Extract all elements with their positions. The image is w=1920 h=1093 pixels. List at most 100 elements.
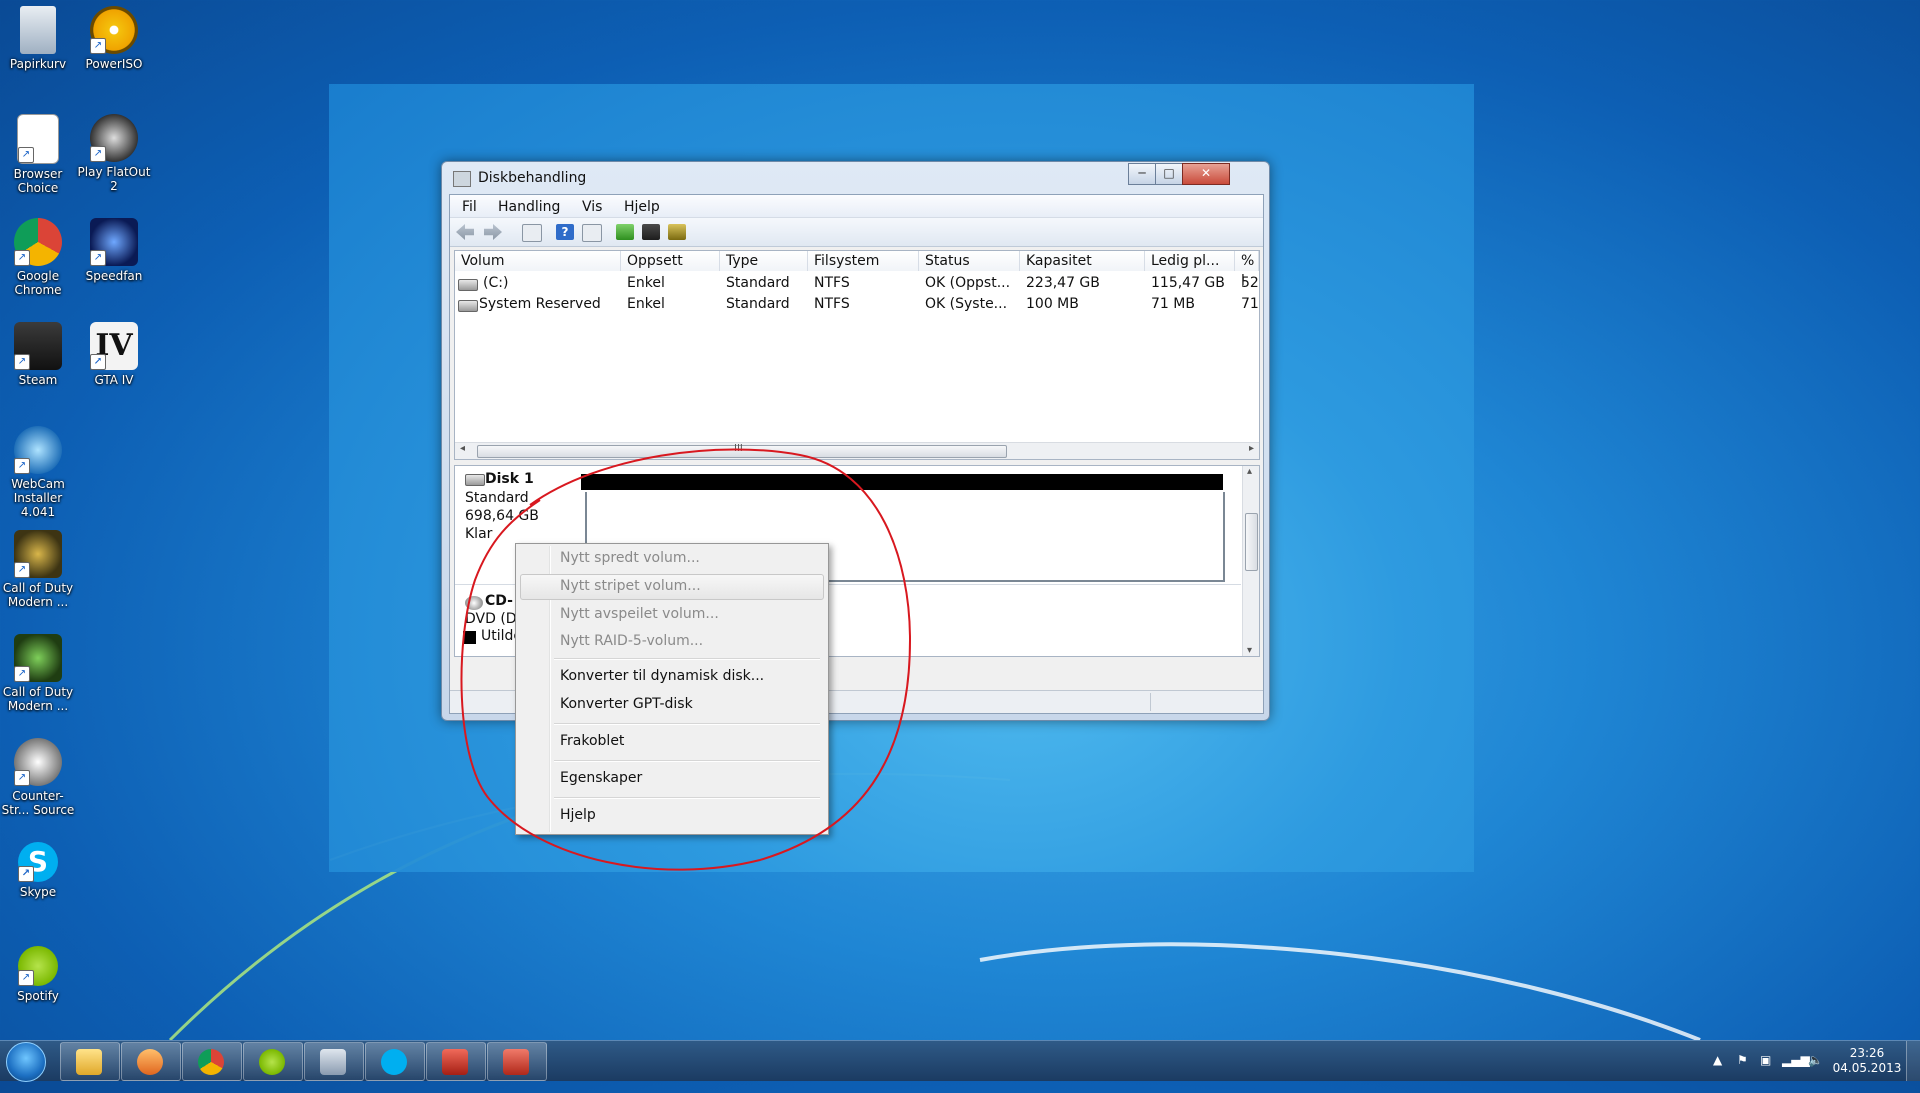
toolbox-icon (503, 1049, 529, 1075)
taskbar-chrome[interactable] (182, 1042, 242, 1081)
show-desktop-button[interactable] (1906, 1041, 1920, 1081)
disk-icon (465, 474, 485, 486)
menu-item-new-striped[interactable]: Nytt stripet volum... (560, 578, 701, 594)
cdrom-name[interactable]: CD- (485, 593, 513, 609)
menu-item-new-mirrored[interactable]: Nytt avspeilet volum... (560, 606, 719, 622)
menu-item-new-raid5[interactable]: Nytt RAID-5-volum... (560, 633, 703, 649)
back-icon[interactable] (456, 224, 474, 240)
disk-management-icon (453, 171, 471, 187)
vertical-scroll-thumb[interactable] (1245, 513, 1258, 571)
disk1-type: Standard (465, 490, 529, 506)
desktop-icon-browser-choice[interactable]: ↗ Browser Choice (0, 114, 76, 195)
desktop-icon-label: Google Chrome (14, 269, 62, 297)
desktop-icon-steam[interactable]: ↗ Steam (0, 322, 76, 387)
action-center-flag-icon[interactable]: ⚑ (1737, 1053, 1748, 1093)
browser-choice-icon: ↗ (17, 114, 59, 164)
taskbar-skype[interactable] (365, 1042, 425, 1081)
forward-icon[interactable] (484, 224, 502, 240)
menu-separator (554, 760, 820, 762)
desktop-icon-cod-2[interactable]: ↗ Call of Duty Modern ... (0, 634, 76, 713)
menu-item-properties[interactable]: Egenskaper (560, 770, 642, 786)
menu-item-help[interactable]: Hjelp (560, 807, 596, 823)
desktop-icon-cod-1[interactable]: ↗ Call of Duty Modern ... (0, 530, 76, 609)
properties-icon[interactable] (642, 224, 660, 240)
col-type[interactable]: Type (720, 251, 808, 271)
minimize-button[interactable]: ─ (1128, 163, 1156, 185)
chrome-icon: ↗ (14, 218, 62, 266)
col-prosent[interactable]: % l (1235, 251, 1259, 289)
menu-handling[interactable]: Handling (498, 199, 560, 215)
title-bar[interactable]: Diskbehandling ─ □ ✕ (442, 162, 1269, 192)
desktop-icon-poweriso[interactable]: ↗ PowerISO (76, 6, 152, 71)
tray-app-icon[interactable]: ▣ (1760, 1053, 1771, 1093)
desktop-icon-spotify[interactable]: ↗ Spotify (0, 946, 76, 1003)
taskbar-spotify[interactable] (243, 1042, 303, 1081)
speedfan-icon: ↗ (90, 218, 138, 266)
desktop-icon-label: Papirkurv (9, 57, 67, 71)
desktop-icon-speedfan[interactable]: ↗ Speedfan (76, 218, 152, 283)
scroll-thumb[interactable]: III (477, 443, 1007, 458)
counter-strike-icon: ↗ (14, 738, 62, 786)
vertical-scrollbar[interactable]: ▴ ▾ (1242, 466, 1259, 656)
menu-hjelp[interactable]: Hjelp (624, 199, 660, 215)
col-filsystem[interactable]: Filsystem (808, 251, 919, 271)
desktop-icon-skype[interactable]: S ↗ Skype (0, 842, 76, 899)
taskbar-clock[interactable]: 23:26 04.05.2013 (1832, 1046, 1902, 1076)
flatout-icon: ↗ (90, 114, 138, 162)
explorer-icon (76, 1049, 102, 1075)
network-icon[interactable]: ▂▄▆ (1782, 1053, 1810, 1093)
scroll-up-icon[interactable]: ▴ (1247, 466, 1252, 477)
table-row[interactable]: System Reserved Enkel Standard NTFS OK (… (455, 294, 1259, 314)
scroll-right-icon[interactable]: ▸ (1249, 443, 1254, 454)
col-volum[interactable]: Volum (455, 251, 621, 271)
menu-item-convert-dynamic[interactable]: Konverter til dynamisk disk... (560, 668, 764, 684)
view-icon[interactable] (582, 224, 602, 242)
cdrom-icon (465, 596, 483, 610)
refresh-icon[interactable] (616, 224, 634, 240)
menu-separator (554, 797, 820, 799)
table-row[interactable]: (C:) Enkel Standard NTFS OK (Oppst... 22… (455, 273, 1259, 293)
menu-bar: Fil Handling Vis Hjelp (450, 195, 1263, 218)
poweriso-icon: ↗ (90, 6, 138, 54)
desktop-icon-flatout[interactable]: ↗ Play FlatOut 2 (76, 114, 152, 193)
desktop-icon-counter-strike[interactable]: ↗ Counter-Str... Source (0, 738, 76, 817)
scroll-down-icon[interactable]: ▾ (1247, 645, 1252, 656)
desktop-icon-webcam[interactable]: ↗ WebCam Installer 4.041 (0, 426, 76, 519)
desktop-icon-chrome[interactable]: ↗ Google Chrome (0, 218, 76, 297)
desktop-icon-label: PowerISO (85, 57, 143, 71)
help-icon[interactable]: ? (556, 224, 574, 240)
desktop-icon-label: Call of Duty Modern ... (2, 685, 74, 713)
desktop-icon-recycle-bin[interactable]: Papirkurv (0, 6, 76, 71)
taskbar-media-player[interactable] (121, 1042, 181, 1081)
menu-item-convert-gpt[interactable]: Konverter GPT-disk (560, 696, 693, 712)
menu-fil[interactable]: Fil (462, 199, 477, 215)
media-player-icon (137, 1049, 163, 1075)
spotify-icon: ↗ (18, 946, 58, 986)
volume-list: Volum Oppsett Type Filsystem Status Kapa… (454, 250, 1260, 460)
disk1-name[interactable]: Disk 1 (485, 471, 534, 487)
desktop-icon-label: WebCam Installer 4.041 (11, 477, 65, 519)
horizontal-scrollbar[interactable]: ◂ III ▸ (455, 442, 1259, 459)
desktop-icon-gta[interactable]: IV ↗ GTA IV (76, 322, 152, 387)
unallocated-legend-icon (463, 631, 476, 644)
maximize-button[interactable]: □ (1155, 163, 1183, 185)
start-button[interactable] (6, 1042, 46, 1082)
taskbar-explorer[interactable] (60, 1042, 120, 1081)
menu-item-new-spanned[interactable]: Nytt spredt volum... (560, 550, 700, 566)
menu-vis[interactable]: Vis (582, 199, 602, 215)
taskbar-toolbox[interactable] (487, 1042, 547, 1081)
tray-expand-icon[interactable]: ▲ (1713, 1053, 1722, 1093)
col-ledig[interactable]: Ledig pl... (1145, 251, 1235, 271)
volume-icon[interactable]: 🔈 (1808, 1053, 1823, 1093)
col-oppsett[interactable]: Oppsett (621, 251, 720, 271)
taskbar-mpc[interactable] (426, 1042, 486, 1081)
settings-icon[interactable] (668, 224, 686, 240)
col-status[interactable]: Status (919, 251, 1020, 271)
menu-item-offline[interactable]: Frakoblet (560, 733, 624, 749)
taskbar-disk-management[interactable] (304, 1042, 364, 1081)
close-button[interactable]: ✕ (1182, 163, 1230, 185)
desktop-icon-label: Browser Choice (13, 167, 63, 195)
console-tree-icon[interactable] (522, 224, 542, 242)
col-kapasitet[interactable]: Kapasitet (1020, 251, 1145, 271)
scroll-left-icon[interactable]: ◂ (460, 443, 465, 454)
